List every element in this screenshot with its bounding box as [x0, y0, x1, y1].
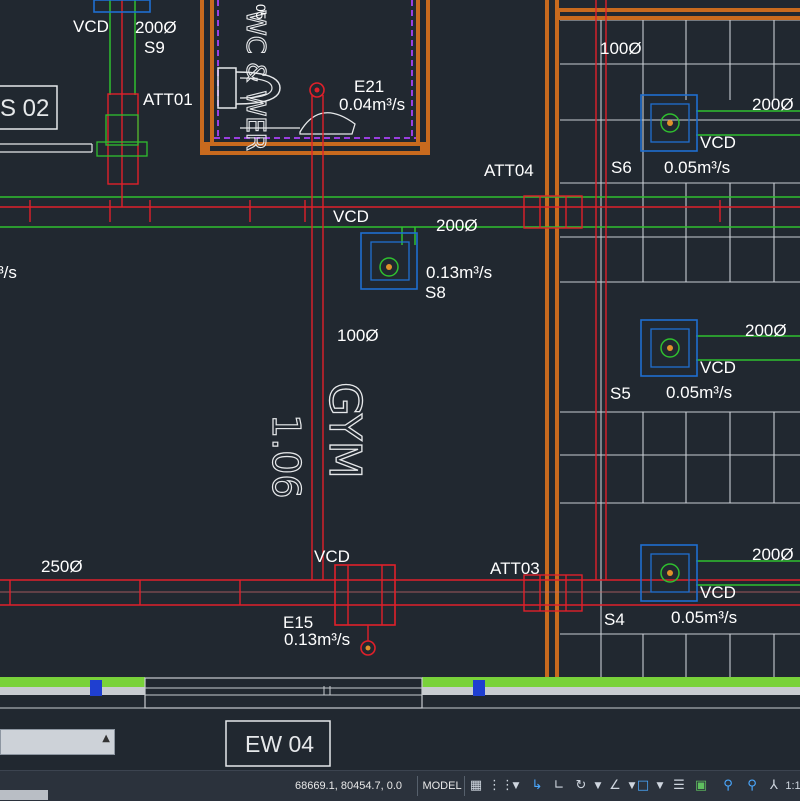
svg-text:200Ø: 200Ø	[745, 321, 787, 340]
svg-text:ATT03: ATT03	[490, 559, 540, 578]
svg-text:200Ø: 200Ø	[135, 18, 177, 37]
wc-room-name: WC & WER	[240, 10, 270, 151]
svg-text:0.05m³/s: 0.05m³/s	[664, 158, 730, 177]
lateral-duct-left	[0, 143, 93, 153]
dropdown-arrow-icon[interactable]: ▼	[510, 776, 522, 796]
svg-text:VCD: VCD	[314, 547, 350, 566]
diffuser-s6[interactable]	[640, 94, 698, 152]
osnap-dropdown-icon[interactable]: ▼	[654, 776, 666, 796]
svg-text:S 02: S 02	[0, 95, 49, 122]
ortho-icon[interactable]: ∟	[550, 776, 568, 796]
polar-dropdown-icon[interactable]: ▼	[592, 776, 604, 796]
svg-text:200Ø: 200Ø	[752, 545, 794, 564]
wc-room: WC & WER 05	[214, 0, 416, 151]
section-tag-s02[interactable]: S 02	[0, 85, 58, 130]
svg-text:S6: S6	[611, 158, 632, 177]
grid-icon[interactable]: ▦	[468, 776, 484, 796]
status-bar: 68669.1, 80454.7, 0.0 MODEL ▦ ⋮⋮ ▼ ↳ ∟ ↻…	[0, 770, 800, 801]
svg-text:250Ø: 250Ø	[41, 557, 83, 576]
svg-text:S9: S9	[144, 38, 165, 57]
diffuser-s8[interactable]	[360, 232, 418, 290]
svg-text:E21: E21	[354, 77, 384, 96]
layer-dropdown[interactable]: ▲	[0, 729, 115, 755]
branch-ducts	[696, 110, 800, 586]
svg-text:0.04m³/s: 0.04m³/s	[339, 95, 405, 114]
layout-tab-stub[interactable]	[0, 790, 48, 800]
svg-text:S8: S8	[425, 283, 446, 302]
drawing-canvas[interactable]: WC & WER 05 S 02 EW 04 GYM 1.06 VCD 200Ø…	[0, 0, 800, 800]
svg-text:ATT01: ATT01	[143, 90, 193, 109]
transparency-icon[interactable]: ▣	[692, 776, 710, 796]
diffuser-s4[interactable]	[640, 544, 698, 602]
section-tag-ew04[interactable]: EW 04	[225, 720, 331, 767]
extract-grille-e15[interactable]	[360, 625, 376, 656]
svg-text:0.13m³/s: 0.13m³/s	[426, 263, 492, 282]
svg-text:VCD: VCD	[73, 17, 109, 36]
svg-text:VCD: VCD	[700, 358, 736, 377]
polar-icon[interactable]: ↻	[572, 776, 590, 796]
annotation-scale-icon[interactable]: ⅄	[765, 776, 783, 796]
cursor-coordinates: 68669.1, 80454.7, 0.0	[280, 776, 418, 796]
annotation-visibility-icon[interactable]: ⚲	[718, 776, 738, 796]
svg-text:EW 04: EW 04	[245, 731, 314, 757]
room-name: GYM	[319, 382, 370, 479]
svg-text:0.13m³/s: 0.13m³/s	[284, 630, 350, 649]
svg-text:S4: S4	[604, 610, 625, 629]
svg-text:100Ø: 100Ø	[600, 39, 642, 58]
wc-room-number: 05	[253, 4, 269, 20]
snap-icon[interactable]: ⋮⋮	[488, 776, 514, 796]
isodraft-icon[interactable]: ∠	[606, 776, 624, 796]
autoscale-icon[interactable]: ⚲	[742, 776, 762, 796]
svg-text:ATT04: ATT04	[484, 161, 534, 180]
svg-text:VCD: VCD	[700, 133, 736, 152]
svg-text:0.05m³/s: 0.05m³/s	[671, 608, 737, 627]
svg-text:VCD: VCD	[700, 583, 736, 602]
lineweight-icon[interactable]: ☰	[670, 776, 688, 796]
model-space-button[interactable]: MODEL	[420, 776, 465, 796]
scale-label[interactable]: 1:1	[784, 776, 800, 796]
svg-text:³/s: ³/s	[0, 263, 17, 282]
room-number: 1.06	[264, 414, 308, 499]
svg-text:VCD: VCD	[333, 207, 369, 226]
chevron-down-icon: ▲	[102, 733, 110, 744]
svg-text:100Ø: 100Ø	[337, 326, 379, 345]
infer-constraints-icon[interactable]: ↳	[527, 776, 547, 796]
svg-text:S5: S5	[610, 384, 631, 403]
slab-edge	[0, 677, 800, 709]
osnap-icon[interactable]: □	[634, 776, 652, 796]
diffuser-s5[interactable]	[640, 319, 698, 377]
svg-text:200Ø: 200Ø	[436, 216, 478, 235]
svg-text:0.05m³/s: 0.05m³/s	[666, 383, 732, 402]
svg-text:200Ø: 200Ø	[752, 95, 794, 114]
